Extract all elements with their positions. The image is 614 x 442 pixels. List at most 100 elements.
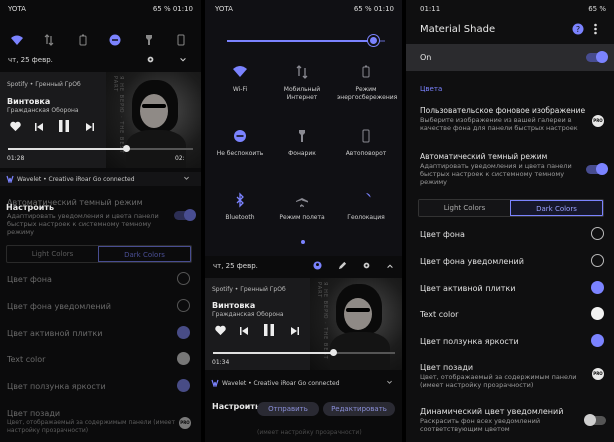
total-time: 02:	[175, 155, 185, 162]
chevron-down-icon[interactable]	[183, 175, 190, 182]
qs-tile[interactable]: Фонарик	[273, 128, 331, 178]
notif-bg-color-swatch[interactable]	[591, 254, 604, 267]
chevron-down-icon[interactable]	[386, 379, 393, 386]
edit-icon[interactable]	[338, 261, 347, 270]
brightness-color-swatch[interactable]	[177, 379, 190, 392]
qs-tile[interactable]: Не беспокоить	[211, 128, 269, 178]
progress-knob[interactable]	[122, 145, 130, 152]
dnd-icon[interactable]	[108, 33, 122, 47]
wavelet-text: Wavelet • Creative iRoar Go connected	[222, 380, 340, 387]
qs-tile[interactable]: Wi-Fi	[211, 64, 269, 114]
row-brightness-slider-color[interactable]: Цвет ползунка яркости	[7, 382, 106, 391]
heart-icon[interactable]	[215, 325, 226, 336]
qs-tile-label: Фонарик	[288, 150, 316, 157]
bg-color-swatch[interactable]	[591, 227, 604, 240]
mobile-data-icon[interactable]	[42, 33, 56, 47]
media-progress-bar[interactable]	[8, 145, 193, 152]
on-label: On	[420, 53, 432, 62]
auto-dark-toggle[interactable]	[586, 163, 608, 175]
brightness-color-swatch[interactable]	[591, 334, 604, 347]
pause-icon[interactable]	[263, 323, 275, 337]
battery-saver-icon[interactable]	[76, 33, 90, 47]
row-text-color[interactable]: Text color	[7, 355, 45, 364]
row-behind-color[interactable]: Цвет позади	[420, 363, 473, 372]
text-color-swatch[interactable]	[591, 307, 604, 320]
row-brightness-slider-color[interactable]: Цвет ползунка яркости	[420, 337, 519, 346]
configure-button[interactable]: Настроить	[212, 402, 260, 411]
status-bar: YOTA 65 % 01:10	[205, 0, 402, 18]
pause-icon[interactable]	[58, 119, 70, 133]
wifi-icon	[233, 66, 247, 77]
chevron-up-icon[interactable]	[386, 262, 394, 270]
qs-tile[interactable]: Мобильный Интернет	[273, 64, 331, 114]
send-label: Отправить	[268, 405, 308, 413]
active-tile-color-swatch[interactable]	[177, 326, 190, 339]
brightness-slider[interactable]	[227, 35, 385, 46]
row-notif-bg-color[interactable]: Цвет фона уведомлений	[420, 257, 524, 266]
row-dynamic-notif-color[interactable]: Динамический цвет уведомлений	[420, 407, 563, 416]
row-bg-color[interactable]: Цвет фона	[7, 275, 52, 284]
master-switch-row[interactable]: On	[406, 44, 614, 71]
row-active-tile-color[interactable]: Цвет активной плитки	[7, 329, 102, 338]
bg-color-swatch[interactable]	[177, 272, 190, 285]
qs-tile[interactable]: Режим полета	[273, 192, 331, 242]
wavelet-notification[interactable]: Wavelet • Creative iRoar Go connected	[205, 376, 402, 390]
progress-knob[interactable]	[329, 349, 337, 356]
chevron-down-icon[interactable]	[179, 56, 187, 64]
row-bg-color[interactable]: Цвет фона	[420, 230, 465, 239]
dnd-icon	[234, 130, 246, 142]
previous-icon[interactable]	[34, 122, 44, 132]
autorotate-icon[interactable]	[174, 33, 188, 47]
user-icon[interactable]	[313, 261, 322, 270]
panel-material-shade-settings: 01:11 65 % Material Shade ? On Цвета Пол…	[406, 0, 614, 442]
qs-tile[interactable]: Автоповорот	[337, 128, 395, 178]
section-header-colors: Цвета	[420, 85, 443, 93]
auto-dark-toggle[interactable]	[174, 209, 196, 221]
color-mode-segment[interactable]: Light Colors Dark Colors	[6, 245, 192, 263]
row-text-color[interactable]: Text color	[420, 310, 458, 319]
heart-icon[interactable]	[10, 121, 21, 132]
next-icon[interactable]	[290, 326, 300, 336]
auto-dark-title[interactable]: Автоматический темный режим	[420, 152, 547, 161]
light-colors-tab[interactable]: Light Colors	[419, 200, 510, 216]
date-label: чт, 25 февр.	[8, 56, 53, 64]
settings-icon[interactable]	[146, 55, 155, 64]
master-toggle[interactable]	[586, 51, 608, 63]
dark-colors-tab[interactable]: Dark Colors	[510, 200, 603, 216]
row-notif-bg-color[interactable]: Цвет фона уведомлений	[7, 302, 111, 311]
auto-dark-desc: Адаптировать уведомления и цвета панели …	[420, 162, 572, 186]
dynamic-notif-toggle[interactable]	[584, 414, 606, 426]
media-player-card[interactable]: Я НЕ ВЕРЮ · THE BEST PART Spotify • Грен…	[205, 278, 402, 370]
panel-shade-expanded: YOTA 65 % 01:10 Wi-Fi Мобильный Интернет Р…	[205, 0, 402, 442]
qs-tile[interactable]: Bluetooth	[211, 192, 269, 242]
previous-icon[interactable]	[239, 326, 249, 336]
text-color-swatch[interactable]	[177, 352, 190, 365]
wifi-icon[interactable]	[10, 33, 24, 47]
behind-color-desc: Цвет, отображаемый за содержимым панели …	[420, 373, 577, 389]
color-mode-segment[interactable]: Light Colors Dark Colors	[418, 199, 604, 217]
qs-tile[interactable]: Режим энергосбережения	[337, 64, 397, 114]
qs-tile[interactable]: Геолокация	[337, 192, 395, 242]
notif-bg-color-swatch[interactable]	[177, 299, 190, 312]
edit-button[interactable]: Редактировать	[323, 402, 395, 416]
help-icon[interactable]: ?	[572, 23, 584, 35]
light-colors-tab[interactable]: Light Colors	[7, 246, 98, 262]
bg-image-title[interactable]: Пользовательское фоновое изображение	[420, 106, 585, 115]
next-icon[interactable]	[85, 122, 95, 132]
media-player-card[interactable]: Я НЕ ВЕРЮ · THE BEST PART Spotify • Грен…	[0, 72, 201, 168]
more-options-icon[interactable]	[594, 23, 597, 35]
dark-colors-tab[interactable]: Dark Colors	[98, 246, 191, 262]
send-button[interactable]: Отправить	[257, 402, 319, 416]
flashlight-icon	[299, 130, 305, 142]
flashlight-icon[interactable]	[142, 33, 156, 47]
row-behind-color[interactable]: Цвет позади	[7, 409, 60, 418]
auto-dark-desc: Адаптировать уведомления и цвета панели …	[7, 212, 159, 236]
configure-button[interactable]: Настроить	[6, 203, 54, 212]
brightness-knob[interactable]	[368, 35, 380, 46]
media-progress-bar[interactable]	[213, 349, 395, 356]
wavelet-notification[interactable]: Wavelet • Creative iRoar Go connected	[0, 172, 201, 186]
settings-icon[interactable]	[362, 261, 371, 270]
pro-badge: PRO	[592, 115, 604, 127]
row-active-tile-color[interactable]: Цвет активной плитки	[420, 284, 515, 293]
active-tile-color-swatch[interactable]	[591, 281, 604, 294]
